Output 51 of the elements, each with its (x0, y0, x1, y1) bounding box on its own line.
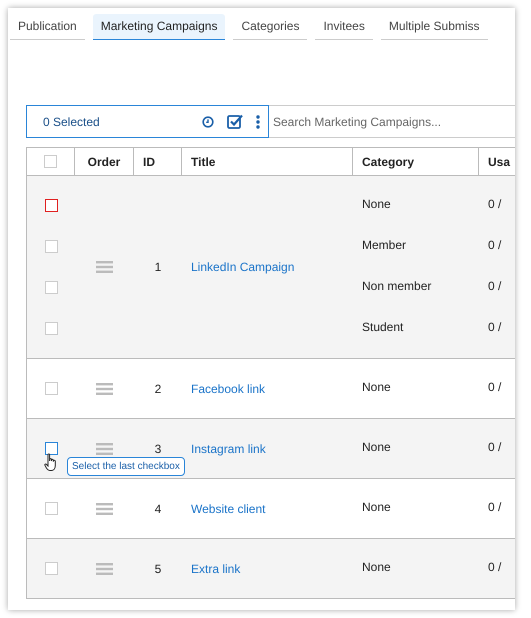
clock-icon[interactable] (202, 116, 214, 128)
drag-handle-icon[interactable] (96, 502, 113, 514)
usage-cell: 0 / (488, 440, 502, 454)
tab[interactable]: Invitees (315, 14, 373, 40)
selected-count: 0 Selected (43, 114, 101, 128)
campaign-title-link[interactable]: Website client (191, 502, 266, 516)
id-cell: 2 (154, 382, 162, 396)
usage-cell: 0 / (488, 238, 502, 252)
category-cell: None (362, 380, 391, 394)
column-header: ID (134, 148, 182, 175)
tab[interactable]: Multiple Submiss (380, 14, 488, 40)
checkbox[interactable] (44, 199, 58, 212)
drag-handle-icon[interactable] (96, 382, 113, 394)
column-header: Category (353, 148, 479, 175)
campaign-title-link[interactable]: Extra link (191, 562, 240, 576)
column-header: Usa (487, 154, 512, 170)
usage-cell: 0 / (488, 560, 502, 574)
category-cell: Member (362, 238, 406, 252)
category-cell: Non member (362, 279, 432, 293)
category-cell: None (362, 500, 391, 514)
tooltip: Select the last checkbox (67, 457, 185, 476)
usage-cell: 0 / (488, 279, 502, 293)
usage-cell: 0 / (488, 500, 502, 514)
category-cell: None (362, 440, 391, 454)
category-cell: None (362, 197, 391, 211)
drag-handle-icon[interactable] (96, 562, 113, 574)
usage-cell: 0 / (488, 320, 502, 334)
hand-cursor-icon (44, 453, 58, 472)
category-cell: None (362, 560, 391, 574)
usage-cell: 0 / (488, 380, 502, 394)
id-cell: 5 (154, 562, 162, 576)
campaign-title-link[interactable]: LinkedIn Campaign (191, 260, 294, 274)
search-field[interactable]: Search Marketing Campaigns... (269, 105, 515, 138)
checkbox-icon[interactable] (227, 114, 243, 129)
usage-cell: 0 / (488, 197, 502, 211)
drag-handle-icon[interactable] (96, 442, 113, 454)
tab[interactable]: Categories (233, 14, 308, 40)
more-icon[interactable] (256, 114, 260, 128)
campaign-title-link[interactable]: Instagram link (191, 442, 266, 456)
id-cell: 3 (154, 442, 162, 456)
id-cell: 4 (154, 502, 162, 516)
select-all-checkbox[interactable] (44, 155, 57, 168)
checkbox[interactable] (44, 442, 58, 455)
campaign-title-link[interactable]: Facebook link (191, 382, 266, 396)
id-cell: 1 (154, 260, 162, 274)
tab[interactable]: Publication (10, 14, 85, 40)
tab[interactable]: Marketing Campaigns (92, 14, 226, 40)
column-header: Order (75, 148, 134, 175)
category-cell: Student (362, 320, 404, 334)
column-header: Title (182, 148, 353, 175)
drag-handle-icon[interactable] (96, 261, 113, 273)
